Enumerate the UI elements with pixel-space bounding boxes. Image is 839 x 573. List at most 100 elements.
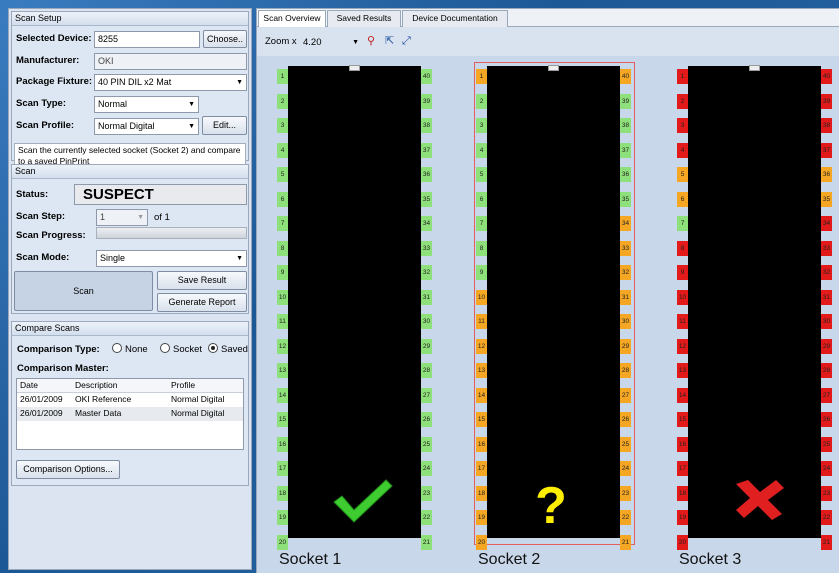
pin-right[interactable]: 29 [421,338,432,354]
pin-left[interactable]: 10 [677,289,688,305]
scan-mode-select[interactable]: Single ▼ [96,250,247,267]
pin-left[interactable]: 17 [476,461,487,476]
pin-right[interactable]: 33 [620,240,631,256]
save-result-button[interactable]: Save Result [157,271,247,290]
pin-right[interactable]: 23 [421,485,432,501]
pin-left[interactable]: 12 [277,338,288,354]
pin-right[interactable]: 27 [421,387,432,403]
pin-left[interactable]: 14 [476,387,487,403]
column-header-description[interactable]: Description [75,379,118,392]
pin-right[interactable]: 39 [821,93,832,109]
pin-left[interactable]: 15 [476,412,487,427]
pin-left[interactable]: 5 [677,167,688,182]
column-header-profile[interactable]: Profile [171,379,195,392]
pin-left[interactable]: 9 [476,265,487,280]
column-header-date[interactable]: Date [20,379,38,392]
pin-right[interactable]: 40 [821,69,832,84]
pin-right[interactable]: 40 [421,69,432,84]
pin-left[interactable]: 18 [677,485,688,501]
pin-right[interactable]: 23 [620,485,631,501]
pin-left[interactable]: 8 [677,240,688,256]
pin-right[interactable]: 26 [821,412,832,427]
pin-left[interactable]: 6 [677,191,688,207]
pin-left[interactable]: 10 [277,289,288,305]
pin-left[interactable]: 19 [677,510,688,525]
pin-right[interactable]: 29 [821,338,832,354]
pin-left[interactable]: 18 [476,485,487,501]
pin-left[interactable]: 2 [677,93,688,109]
pin-right[interactable]: 28 [620,363,631,378]
tab-saved-results[interactable]: Saved Results [327,10,401,27]
scan-type-select[interactable]: Normal ▼ [94,96,199,113]
package-fixture-select[interactable]: 40 PIN DIL x2 Mat ▼ [94,74,247,91]
pin-left[interactable]: 2 [277,93,288,109]
tab-scan-overview[interactable]: Scan Overview [258,10,326,28]
pin-right[interactable]: 26 [620,412,631,427]
pin-left[interactable]: 4 [476,142,487,158]
scan-button[interactable]: Scan [14,271,153,311]
pin-left[interactable]: 14 [677,387,688,403]
table-row[interactable]: 26/01/2009 Master Data Normal Digital [17,407,243,421]
pin-right[interactable]: 31 [821,289,832,305]
pin-right[interactable]: 27 [821,387,832,403]
pin-left[interactable]: 20 [677,534,688,550]
pin-left[interactable]: 20 [277,534,288,550]
pin-left[interactable]: 17 [277,461,288,476]
pin-right[interactable]: 39 [421,93,432,109]
pin-left[interactable]: 16 [677,436,688,452]
radio-saved[interactable]: Saved [208,343,248,355]
edit-button[interactable]: Edit... [202,116,247,135]
pin-right[interactable]: 35 [421,191,432,207]
pin-left[interactable]: 20 [476,534,487,550]
pin-left[interactable]: 13 [677,363,688,378]
pin-right[interactable]: 22 [421,510,432,525]
pin-left[interactable]: 1 [677,69,688,84]
pin-right[interactable]: 32 [821,265,832,280]
pin-left[interactable]: 4 [277,142,288,158]
pin-right[interactable]: 31 [421,289,432,305]
pin-left[interactable]: 13 [277,363,288,378]
generate-report-button[interactable]: Generate Report [157,293,247,312]
zoom-in-icon[interactable]: ⚲ [367,36,378,47]
pin-left[interactable]: 12 [677,338,688,354]
pin-left[interactable]: 18 [277,485,288,501]
pin-right[interactable]: 21 [421,534,432,550]
pin-right[interactable]: 27 [620,387,631,403]
pin-left[interactable]: 3 [677,118,688,133]
selected-device-field[interactable]: 8255 [94,31,200,48]
pin-left[interactable]: 3 [277,118,288,133]
zoom-fit-icon[interactable]: ⇱ [385,36,396,47]
pin-left[interactable]: 11 [677,314,688,329]
pin-right[interactable]: 30 [620,314,631,329]
pin-left[interactable]: 12 [476,338,487,354]
pin-left[interactable]: 3 [476,118,487,133]
pin-right[interactable]: 34 [421,216,432,231]
socket-chip[interactable] [688,66,821,538]
pin-left[interactable]: 16 [277,436,288,452]
pin-left[interactable]: 2 [476,93,487,109]
choose-button[interactable]: Choose.. [203,30,247,48]
pin-right[interactable]: 38 [821,118,832,133]
pin-right[interactable]: 23 [821,485,832,501]
pin-right[interactable]: 22 [620,510,631,525]
radio-socket[interactable]: Socket [160,343,202,355]
pin-right[interactable]: 35 [620,191,631,207]
pin-left[interactable]: 7 [677,216,688,231]
pin-left[interactable]: 8 [277,240,288,256]
socket-chip[interactable] [288,66,421,538]
tab-device-documentation[interactable]: Device Documentation [402,10,508,27]
pin-right[interactable]: 37 [821,142,832,158]
pin-left[interactable]: 9 [277,265,288,280]
pin-right[interactable]: 34 [821,216,832,231]
pin-left[interactable]: 13 [476,363,487,378]
pin-right[interactable]: 24 [821,461,832,476]
pin-right[interactable]: 21 [821,534,832,550]
pin-left[interactable]: 8 [476,240,487,256]
pin-right[interactable]: 36 [821,167,832,182]
radio-none[interactable]: None [112,343,148,355]
socket-chip[interactable] [487,66,620,538]
pin-left[interactable]: 10 [476,289,487,305]
pin-right[interactable]: 36 [421,167,432,182]
pin-left[interactable]: 11 [476,314,487,329]
pin-right[interactable]: 30 [421,314,432,329]
